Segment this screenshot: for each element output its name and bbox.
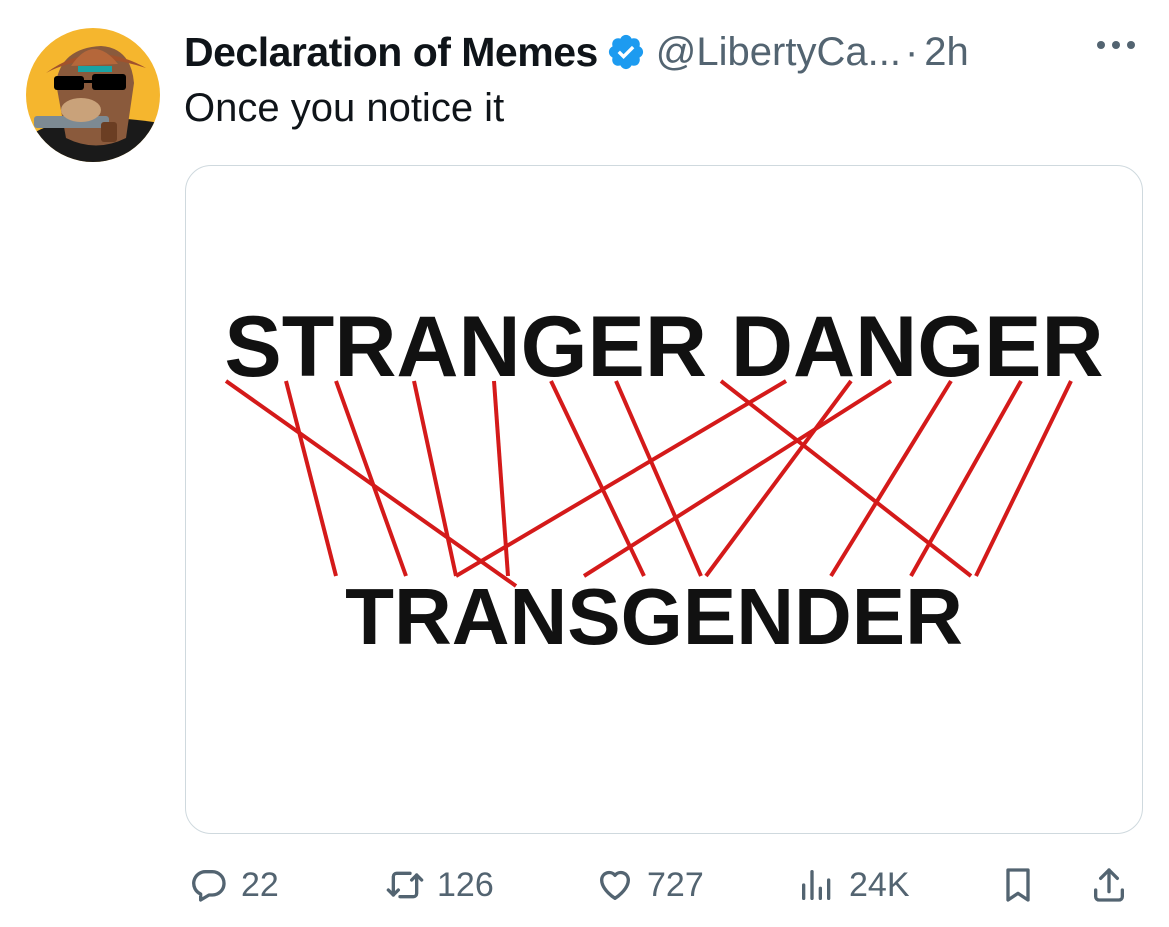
reply-icon [192, 869, 226, 902]
tweet-timestamp[interactable]: 2h [924, 30, 969, 75]
retweet-count: 126 [437, 865, 494, 904]
like-count: 727 [647, 865, 704, 904]
views-icon [802, 870, 831, 900]
reply-button[interactable]: 22 [189, 857, 279, 913]
connector-lines [224, 379, 1073, 588]
retweet-button[interactable]: 126 [385, 857, 494, 913]
bottom-word: TRANSGENDER [345, 572, 963, 661]
tweet-action-bar: 22 126 727 24K [185, 857, 1141, 913]
author-name[interactable]: Declaration of Memes [184, 29, 598, 76]
share-button[interactable] [1089, 857, 1129, 913]
retweet-icon [386, 871, 424, 899]
share-icon [1094, 868, 1124, 902]
view-count: 24K [849, 865, 910, 904]
more-icon[interactable] [1093, 30, 1139, 60]
top-word: STRANGER DANGER [224, 299, 1103, 395]
bookmark-icon [1006, 868, 1030, 902]
tweet-header: Declaration of Memes @LibertyCa... · 2h [184, 26, 969, 78]
verified-badge-icon[interactable] [606, 32, 646, 72]
like-icon [600, 870, 630, 900]
reply-count: 22 [241, 865, 279, 904]
views-button[interactable]: 24K [797, 857, 910, 913]
author-handle[interactable]: @LibertyCa... [656, 30, 901, 75]
separator-dot: · [904, 29, 919, 74]
tweet-media-image[interactable]: STRANGER DANGER TRANSGENDER [185, 165, 1143, 834]
bookmark-button[interactable] [998, 857, 1038, 913]
like-button[interactable]: 727 [595, 857, 704, 913]
tweet-text: Once you notice it [184, 86, 505, 130]
author-avatar[interactable] [26, 28, 160, 162]
